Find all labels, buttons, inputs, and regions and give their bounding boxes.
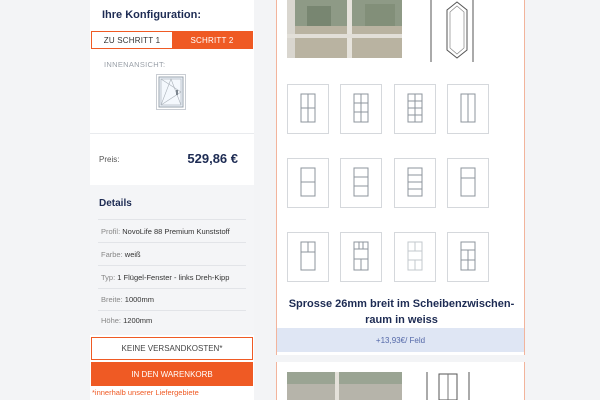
free-shipping-button[interactable]: KEINE VERSANDKOSTEN* <box>91 337 253 360</box>
divider <box>98 265 246 266</box>
muntin-option-thumbnail[interactable] <box>394 158 436 208</box>
muntin-option-thumbnail[interactable] <box>447 232 489 282</box>
divider <box>98 242 246 243</box>
muntin-option-thumbnail[interactable] <box>287 232 329 282</box>
details-section: Details Profil: NovoLife 88 Premium Kuns… <box>90 185 254 335</box>
option-price-bar: +13,93€/ Feld <box>277 328 524 352</box>
next-option-card[interactable] <box>276 362 525 400</box>
muntin-option-thumbnail[interactable] <box>447 158 489 208</box>
muntin-option-thumbnail[interactable] <box>340 158 382 208</box>
detail-key: Höhe: <box>101 316 122 325</box>
divider <box>90 133 254 134</box>
details-title: Details <box>99 198 132 209</box>
price-label: Preis: <box>99 155 120 164</box>
muntin-option-thumbnail[interactable] <box>287 158 329 208</box>
muntin-option-thumbnail[interactable] <box>287 84 329 134</box>
detail-key: Breite: <box>101 295 123 304</box>
detail-row-color: Farbe: weiß <box>101 250 141 259</box>
shipping-footnote: *innerhalb unserer Liefergebiete <box>92 388 199 397</box>
muntin-option-thumbnail[interactable] <box>394 84 436 134</box>
detail-row-type: Typ: 1 Flügel-Fenster - links Dreh-Kipp <box>101 273 229 282</box>
price-value: 529,86 € <box>187 151 238 166</box>
detail-key: Profil: <box>101 227 121 236</box>
window-photo <box>287 0 402 58</box>
window-preview-icon <box>156 74 186 110</box>
divider <box>98 219 246 220</box>
detail-value: 1 Flügel-Fenster - links Dreh-Kipp <box>117 273 230 282</box>
muntin-option-thumbnail[interactable] <box>340 84 382 134</box>
inner-view-label: INNENANSICHT: <box>104 60 166 69</box>
detail-value: 1200mm <box>123 316 153 325</box>
detail-row-profile: Profil: NovoLife 88 Premium Kunststoff <box>101 227 230 236</box>
step-2-button[interactable]: SCHRITT 2 <box>172 32 252 48</box>
detail-row-width: Breite: 1000mm <box>101 295 154 304</box>
detail-key: Farbe: <box>101 250 123 259</box>
divider <box>98 310 246 311</box>
config-title: Ihre Konfiguration: <box>102 9 201 21</box>
detail-row-height: Höhe: 1200mm <box>101 316 152 325</box>
muntin-option-thumbnail[interactable] <box>394 232 436 282</box>
option-caption: Sprosse 26mm breit im Scheibenzwischen-r… <box>288 298 515 326</box>
detail-key: Typ: <box>101 273 116 282</box>
muntin-option-thumbnail[interactable] <box>340 232 382 282</box>
muntin-option-card[interactable]: Sprosse 26mm breit im Scheibenzwischen-r… <box>276 0 525 355</box>
step-tabs: ZU SCHRITT 1 SCHRITT 2 <box>91 31 253 49</box>
step-1-button[interactable]: ZU SCHRITT 1 <box>92 32 172 48</box>
divider <box>98 288 246 289</box>
detail-value: 1000mm <box>124 295 154 304</box>
muntin-option-thumbnail[interactable] <box>447 84 489 134</box>
door-drawing <box>427 0 477 62</box>
add-to-cart-button[interactable]: IN DEN WARENKORB <box>91 362 253 386</box>
detail-value: weiß <box>124 250 141 259</box>
configuration-panel: Ihre Konfiguration: ZU SCHRITT 1 SCHRITT… <box>90 0 254 400</box>
detail-value: NovoLife 88 Premium Kunststoff <box>122 227 230 236</box>
